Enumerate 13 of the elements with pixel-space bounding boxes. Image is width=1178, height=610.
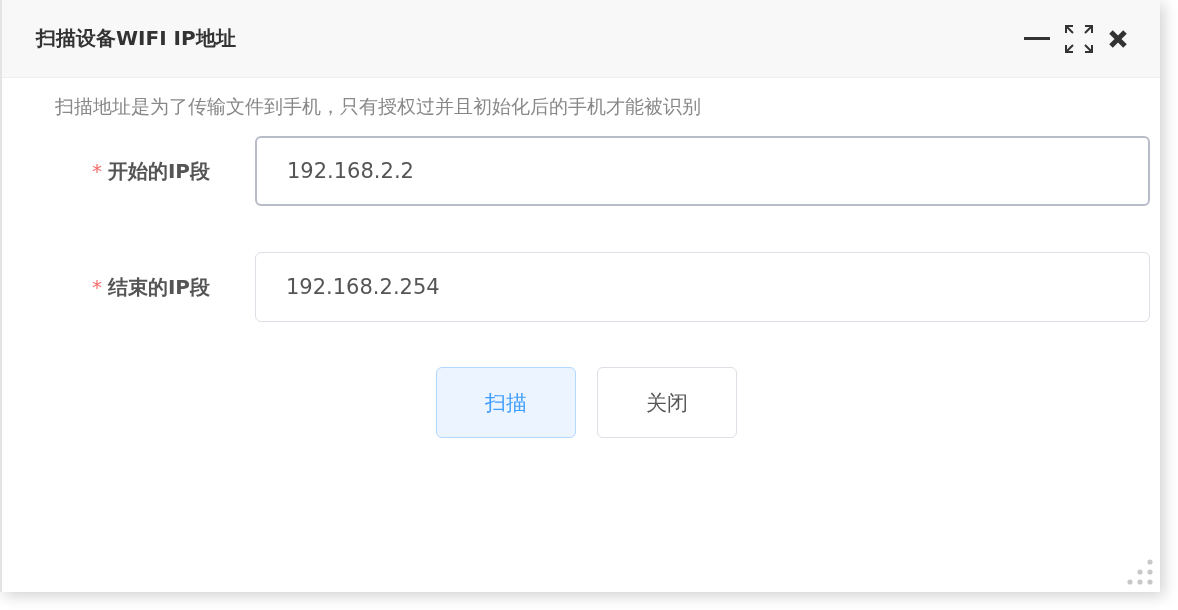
ip-input-field[interactable]: 192.168.2.254 — [255, 252, 1150, 322]
field-label: 开始的IP段 — [107, 157, 210, 185]
resize-grip-icon[interactable] — [1126, 558, 1154, 586]
close-icon[interactable] — [1108, 28, 1128, 49]
ip-input-field[interactable]: 192.168.2.2 — [255, 136, 1150, 206]
close-button[interactable]: 关闭 — [596, 367, 737, 438]
maximize-icon[interactable] — [1064, 23, 1094, 54]
minimize-icon[interactable] — [1024, 36, 1050, 41]
window-title: 扫描设备WIFI IP地址 — [36, 25, 236, 52]
required-mark: * — [91, 275, 102, 299]
description-text: 扫描地址是为了传输文件到手机，只有授权过并且初始化后的手机才能被识别 — [55, 94, 702, 119]
required-mark: * — [91, 159, 102, 183]
field-label: 结束的IP段 — [107, 273, 210, 301]
